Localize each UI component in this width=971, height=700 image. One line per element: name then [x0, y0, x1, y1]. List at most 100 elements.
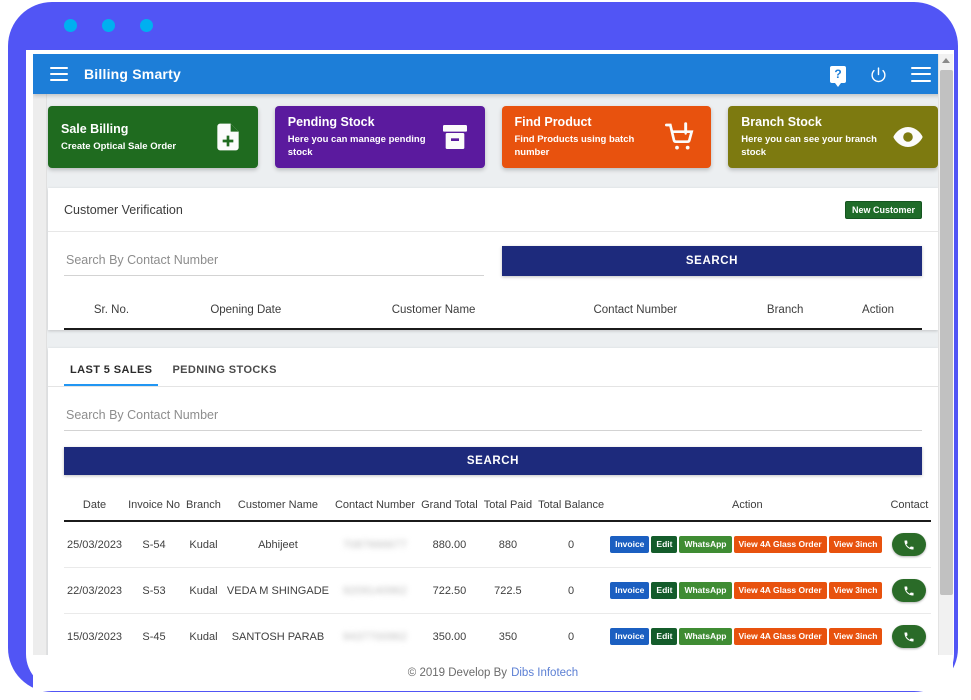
cell-branch: Kudal	[183, 613, 224, 655]
cell-customer-name: SANTOSH PARAB	[223, 613, 332, 655]
cell-total-balance: 0	[535, 613, 608, 655]
window-dot-3	[140, 19, 153, 32]
cell-total-paid: 880	[480, 521, 536, 568]
card-title: Branch Stock	[741, 115, 822, 129]
sales-search-input[interactable]	[64, 401, 922, 431]
action-view-4a-glass-order-button[interactable]: View 4A Glass Order	[733, 536, 827, 553]
window-dot-2	[102, 19, 115, 32]
card-title: Sale Billing	[61, 121, 129, 136]
card-pending-stock[interactable]: Pending Stock Here you can manage pendin…	[274, 106, 485, 168]
stat-cards-row: Sale Billing Create Optical Sale Order P…	[48, 106, 938, 168]
cell-date: 25/03/2023	[64, 521, 126, 568]
cell-contact-action	[887, 613, 932, 655]
card-title: Pending Stock	[287, 115, 375, 129]
action-invoice-button[interactable]: Invoice	[610, 628, 650, 645]
cell-actions: Invoice Edit WhatsApp View 4A Glass Order Vi…	[607, 567, 888, 614]
phone-call-button[interactable]	[892, 533, 927, 556]
help-question-icon[interactable]: ?	[830, 65, 846, 87]
eye-icon	[892, 121, 924, 153]
app-footer: © 2019 Develop By Dibs Infotech	[33, 655, 953, 691]
table-header-row: Date Invoice No Branch Customer Name Con…	[64, 489, 932, 522]
col-date: Date	[64, 489, 126, 522]
power-icon[interactable]	[870, 66, 887, 83]
table-row: 25/03/2023 S-54 Kudal Abhijeet 7087666677 880…	[64, 521, 932, 568]
cell-contact-number: 9209140962	[331, 567, 419, 614]
panel-title: Customer Verification	[64, 202, 183, 217]
action-whatsapp-button[interactable]: WhatsApp	[679, 628, 732, 645]
cell-invoice-no: S-53	[125, 567, 184, 614]
cell-grand-total: 880.00	[418, 521, 481, 568]
browser-viewport: Billing Smarty ? Sale Billing Create Opt…	[33, 54, 953, 655]
cell-contact-action	[887, 521, 932, 568]
col-action: Action	[607, 489, 888, 522]
customer-search-row: SEARCH	[64, 246, 922, 276]
card-subtitle: Find Products using batch number	[514, 134, 635, 158]
cell-total-paid: 350	[480, 613, 536, 655]
cell-actions: Invoice Edit WhatsApp View 4A Glass Order Vi…	[607, 613, 888, 655]
scrollbar-thumb[interactable]	[940, 70, 953, 595]
sales-tbody: 25/03/2023 S-54 Kudal Abhijeet 7087666677 880…	[64, 521, 932, 655]
cell-customer-name: VEDA M SHINGADE	[223, 567, 332, 614]
cart-alert-icon	[665, 121, 697, 153]
sales-search-button[interactable]: SEARCH	[64, 447, 922, 475]
hamburger-icon[interactable]	[50, 67, 68, 81]
cell-contact-number: 7087666677	[331, 521, 419, 568]
customer-search-input[interactable]	[64, 246, 484, 276]
card-title: Find Product	[514, 115, 592, 129]
action-edit-button[interactable]: Edit	[651, 628, 678, 645]
col-sr-no: Sr. No.	[64, 290, 159, 330]
col-contact-number: Contact Number	[534, 290, 737, 330]
card-subtitle: Create Optical Sale Order	[61, 140, 177, 152]
hamburger-icon-right[interactable]	[911, 66, 931, 82]
customer-search-button[interactable]: SEARCH	[502, 246, 922, 276]
card-find-product[interactable]: Find Product Find Products using batch n…	[501, 106, 712, 168]
new-customer-button[interactable]: New Customer	[844, 200, 922, 219]
cell-invoice-no: S-45	[125, 613, 184, 655]
card-sale-billing[interactable]: Sale Billing Create Optical Sale Order	[48, 106, 258, 168]
panel-body: SEARCH Sr. No. Opening Date Customer Nam…	[48, 232, 938, 330]
vertical-scrollbar[interactable]	[938, 54, 953, 655]
phone-call-button[interactable]	[892, 579, 927, 602]
sales-tabs: LAST 5 SALES PEDNING STOCKS	[48, 348, 938, 387]
file-plus-icon	[212, 121, 244, 153]
cell-invoice-no: S-54	[125, 521, 184, 568]
col-action: Action	[834, 290, 922, 330]
window-dot-1	[64, 19, 77, 32]
action-view-3inch-button[interactable]: View 3inch	[828, 582, 883, 599]
col-branch: Branch	[736, 290, 835, 330]
archive-box-icon	[439, 121, 471, 153]
col-total-balance: Total Balance	[535, 489, 608, 522]
col-customer-name: Customer Name	[223, 489, 332, 522]
tab-last-5-sales[interactable]: LAST 5 SALES	[64, 360, 159, 386]
cell-branch: Kudal	[183, 567, 224, 614]
action-whatsapp-button[interactable]: WhatsApp	[679, 582, 732, 599]
cell-total-balance: 0	[535, 521, 608, 568]
left-scroll-strip[interactable]	[33, 90, 47, 655]
action-invoice-button[interactable]: Invoice	[610, 582, 650, 599]
sales-table: Date Invoice No Branch Customer Name Con…	[64, 489, 932, 655]
cell-total-balance: 0	[535, 567, 608, 614]
phone-icon	[904, 586, 914, 595]
footer-link[interactable]: Dibs Infotech	[511, 667, 578, 679]
scroll-up-arrow-icon[interactable]	[942, 58, 950, 63]
action-invoice-button[interactable]: Invoice	[610, 536, 650, 553]
action-edit-button[interactable]: Edit	[651, 536, 678, 553]
sales-panel: LAST 5 SALES PEDNING STOCKS SEARCH Date …	[48, 348, 938, 655]
cell-branch: Kudal	[183, 521, 224, 568]
col-opening-date: Opening Date	[158, 290, 333, 330]
action-view-4a-glass-order-button[interactable]: View 4A Glass Order	[733, 582, 827, 599]
action-view-3inch-button[interactable]: View 3inch	[828, 628, 883, 645]
redacted-contact-number: 9209140962	[342, 584, 408, 597]
action-view-4a-glass-order-button[interactable]: View 4A Glass Order	[733, 628, 827, 645]
cell-date: 22/03/2023	[64, 567, 126, 614]
card-branch-stock[interactable]: Branch Stock Here you can see your branc…	[728, 106, 938, 168]
phone-icon	[904, 632, 914, 641]
phone-call-button[interactable]	[892, 625, 927, 648]
action-edit-button[interactable]: Edit	[651, 582, 678, 599]
tab-pedning-stocks[interactable]: PEDNING STOCKS	[166, 360, 282, 386]
header-actions: ?	[830, 65, 931, 87]
page-content: Sale Billing Create Optical Sale Order P…	[48, 94, 938, 655]
action-view-3inch-button[interactable]: View 3inch	[828, 536, 883, 553]
cell-contact-number: 9437700962	[331, 613, 419, 655]
action-whatsapp-button[interactable]: WhatsApp	[679, 536, 732, 553]
